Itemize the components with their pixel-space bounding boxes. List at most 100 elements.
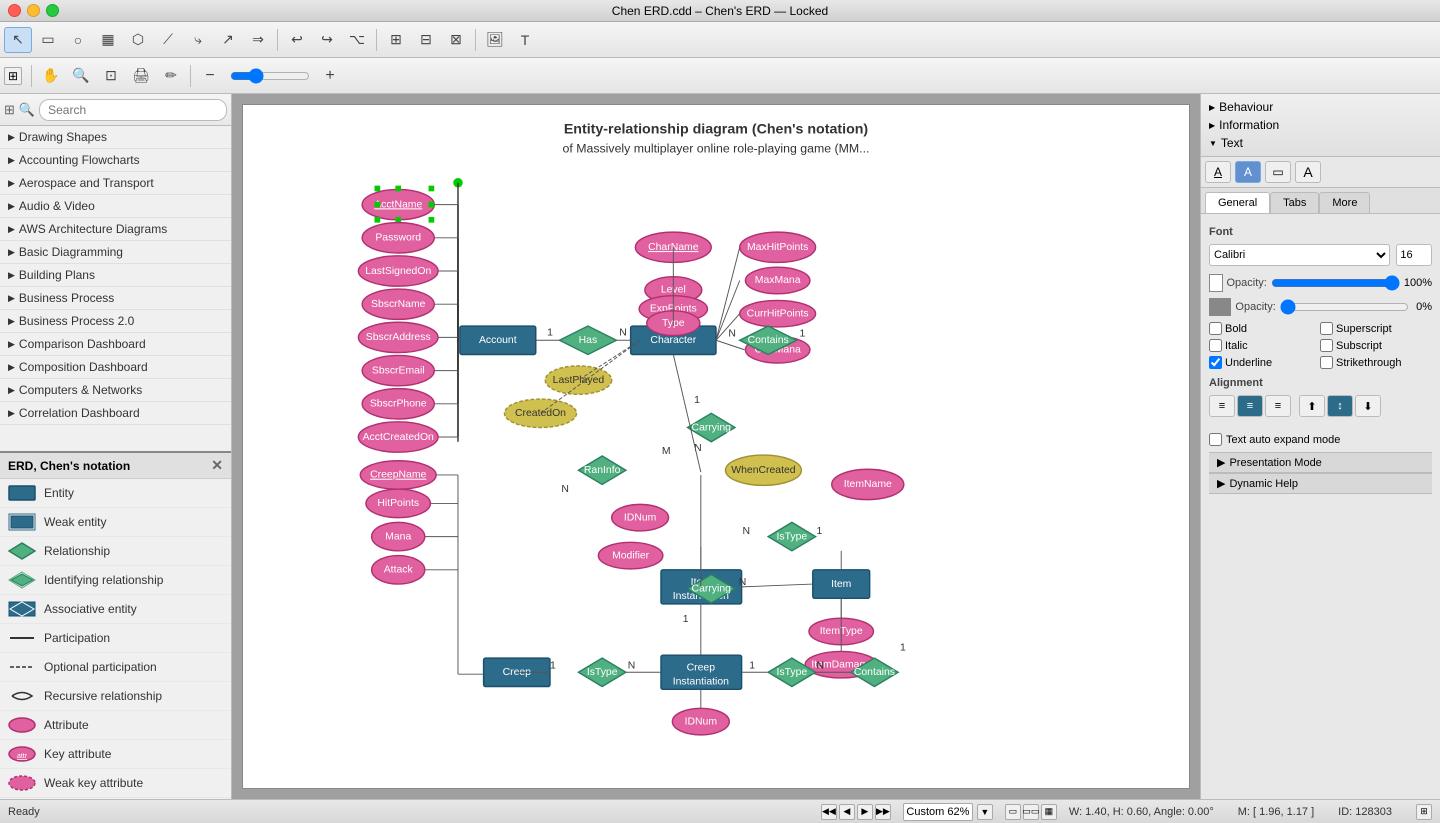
align-bottom-btn[interactable]: ⬇	[1355, 395, 1381, 417]
tab-general[interactable]: General	[1205, 192, 1270, 213]
sidebar-item-aerospace[interactable]: ▶Aerospace and Transport	[0, 172, 231, 195]
sidebar-item-drawing-shapes[interactable]: ▶Drawing Shapes	[0, 126, 231, 149]
subscript-checkbox[interactable]	[1320, 339, 1333, 352]
panel-text[interactable]: ▼ Text	[1209, 134, 1432, 152]
distribute-tool-button[interactable]: ⊠	[442, 27, 470, 53]
align-center-btn[interactable]: ≡	[1237, 395, 1263, 417]
sidebar-item-basic[interactable]: ▶Basic Diagramming	[0, 241, 231, 264]
bold-checkbox[interactable]	[1209, 322, 1222, 335]
last-page-btn[interactable]: ▶▶	[875, 804, 891, 820]
shape-item-weak-key-attr[interactable]: Weak key attribute	[0, 769, 231, 798]
conn3-tool-button[interactable]: ↗	[214, 27, 242, 53]
print-button[interactable]: 🖨	[127, 63, 155, 89]
zoom-minus-button[interactable]: −	[196, 63, 224, 89]
grid-view-icon[interactable]: ⊞	[4, 102, 15, 118]
opacity2-slider[interactable]	[1280, 299, 1409, 315]
underline-style-btn[interactable]: A	[1205, 161, 1231, 183]
underline-checkbox[interactable]	[1209, 356, 1222, 369]
sidebar-item-audio[interactable]: ▶Audio & Video	[0, 195, 231, 218]
first-page-btn[interactable]: ◀◀	[821, 804, 837, 820]
font-size-input[interactable]	[1396, 244, 1432, 266]
sidebar-item-accounting[interactable]: ▶Accounting Flowcharts	[0, 149, 231, 172]
close-button[interactable]	[8, 4, 21, 17]
undo-tool-button[interactable]: ↩	[283, 27, 311, 53]
shape-item-derived-attr[interactable]: Derived attribute	[0, 798, 231, 799]
shape-item-optional-participation[interactable]: Optional participation	[0, 653, 231, 682]
sidebar-item-correlation[interactable]: ▶Correlation Dashboard	[0, 402, 231, 425]
presentation-mode-header[interactable]: ▶ Presentation Mode	[1209, 452, 1432, 473]
sidebar-item-aws[interactable]: ▶AWS Architecture Diagrams	[0, 218, 231, 241]
dynamic-help-header[interactable]: ▶ Dynamic Help	[1209, 473, 1432, 494]
font-family-select[interactable]: Calibri Arial Times New Roman Helvetica	[1209, 244, 1390, 266]
search-input[interactable]	[39, 99, 227, 121]
box-style-btn[interactable]: ▭	[1265, 161, 1291, 183]
align-top-btn[interactable]: ⬆	[1299, 395, 1325, 417]
italic-checkbox[interactable]	[1209, 339, 1222, 352]
sidebar-item-comparison[interactable]: ▶Comparison Dashboard	[0, 333, 231, 356]
shape-item-weak-entity[interactable]: Weak entity	[0, 508, 231, 537]
zoom-expand-btn[interactable]: ▼	[977, 804, 993, 820]
zoom-slider[interactable]	[230, 68, 310, 84]
search-icon[interactable]: 🔍	[19, 102, 35, 118]
zoom-button[interactable]	[46, 4, 59, 17]
shape-item-assoc-entity[interactable]: Associative entity	[0, 595, 231, 624]
redo-tool-button[interactable]: ↪	[313, 27, 341, 53]
sidebar-item-composition[interactable]: ▶Composition Dashboard	[0, 356, 231, 379]
minimize-button[interactable]	[27, 4, 40, 17]
conn1-tool-button[interactable]: ⟋	[154, 27, 182, 53]
sidebar-item-building[interactable]: ▶Building Plans	[0, 264, 231, 287]
shape-tool-button[interactable]: ⬡	[124, 27, 152, 53]
zoom-in-button[interactable]: 🔍	[67, 63, 95, 89]
panel-information[interactable]: ▶ Information	[1209, 116, 1432, 134]
ellipse-tool-button[interactable]: ○	[64, 27, 92, 53]
fontsize-style-btn[interactable]: A	[1295, 161, 1321, 183]
auto-expand-checkbox[interactable]	[1209, 433, 1222, 446]
superscript-checkbox[interactable]	[1320, 322, 1333, 335]
prev-page-btn[interactable]: ◀	[839, 804, 855, 820]
canvas-area[interactable]: Entity-relationship diagram (Chen's nota…	[232, 94, 1200, 799]
align-right-btn[interactable]: ≡	[1265, 395, 1291, 417]
grid-page-btn[interactable]: ▦	[1041, 804, 1057, 820]
shape-item-participation[interactable]: Participation	[0, 624, 231, 653]
opacity1-slider[interactable]	[1271, 275, 1400, 291]
shape-item-identifying-rel[interactable]: Identifying relationship	[0, 566, 231, 595]
shape-item-entity[interactable]: Entity	[0, 479, 231, 508]
align-left-btn[interactable]: ≡	[1209, 395, 1235, 417]
align-middle-btn[interactable]: ↕	[1327, 395, 1353, 417]
strikethrough-checkbox[interactable]	[1320, 356, 1333, 369]
single-page-btn[interactable]: ▭	[1005, 804, 1021, 820]
conn4-tool-button[interactable]: ⇒	[244, 27, 272, 53]
subpanel-close-button[interactable]: ✕	[211, 457, 223, 474]
align-tool-button[interactable]: ⊟	[412, 27, 440, 53]
panel-behaviour[interactable]: ▶ Behaviour	[1209, 98, 1432, 116]
shape-item-attribute[interactable]: Attribute	[0, 711, 231, 740]
sidebar-item-computers[interactable]: ▶Computers & Networks	[0, 379, 231, 402]
zoom-plus-button[interactable]: +	[316, 63, 344, 89]
zoom-value-input[interactable]	[903, 803, 973, 821]
image-tool-button[interactable]: 🖼	[481, 27, 509, 53]
double-page-btn[interactable]: ▭▭	[1023, 804, 1039, 820]
text-tool-button[interactable]: T	[511, 27, 539, 53]
tab-tabs[interactable]: Tabs	[1270, 192, 1319, 213]
color-swatch-2[interactable]	[1209, 298, 1231, 316]
split-tool-button[interactable]: ⌥	[343, 27, 371, 53]
table-tool-button[interactable]: ▦	[94, 27, 122, 53]
rect-tool-button[interactable]: ▭	[34, 27, 62, 53]
sidebar-item-business2[interactable]: ▶Business Process 2.0	[0, 310, 231, 333]
zoom-fit-button[interactable]: ⊡	[97, 63, 125, 89]
pencil-button[interactable]: ✏	[157, 63, 185, 89]
select-tool-button[interactable]: ↖	[4, 27, 32, 53]
shape-item-relationship[interactable]: Relationship	[0, 537, 231, 566]
expand-statusbar-btn[interactable]: ⊞	[1416, 804, 1432, 820]
diagram-canvas[interactable]: Entity-relationship diagram (Chen's nota…	[242, 104, 1190, 789]
pan-nav-button[interactable]: ✋	[37, 63, 65, 89]
highlight-style-btn[interactable]: A	[1235, 161, 1261, 183]
conn2-tool-button[interactable]: ⤷	[184, 27, 212, 53]
group-tool-button[interactable]: ⊞	[382, 27, 410, 53]
sidebar-item-business[interactable]: ▶Business Process	[0, 287, 231, 310]
color-swatch-1[interactable]	[1209, 274, 1223, 292]
shape-item-key-attr[interactable]: attr Key attribute	[0, 740, 231, 769]
next-page-btn[interactable]: ▶	[857, 804, 873, 820]
tab-more[interactable]: More	[1319, 192, 1370, 213]
shape-item-recursive-rel[interactable]: Recursive relationship	[0, 682, 231, 711]
